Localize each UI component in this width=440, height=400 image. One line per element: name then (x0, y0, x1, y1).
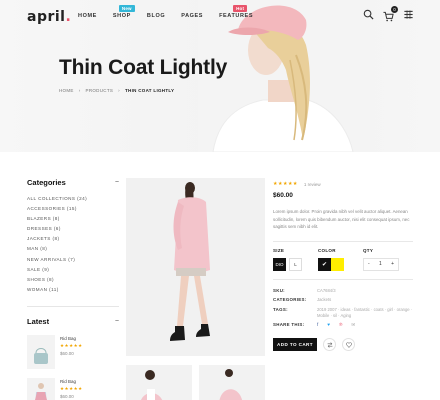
collapse-icon[interactable]: − (115, 318, 119, 325)
add-to-cart-button[interactable]: ADD TO CART (273, 338, 317, 352)
category-item[interactable]: SALE (9) (27, 267, 119, 277)
rating-stars: ★★★★★ (60, 385, 83, 391)
breadcrumb-separator: › (78, 88, 81, 93)
category-item[interactable]: MAN (8) (27, 246, 119, 256)
color-swatch-black[interactable]: ✔ (318, 257, 331, 271)
pinterest-icon[interactable]: ℗ (339, 322, 342, 328)
quantity-option: QTY - 1 + (363, 248, 411, 271)
latest-product-price: $60.00 (60, 393, 74, 399)
breadcrumb: HOME › PRODUCTS › THIN COAT LIGHTLY (59, 88, 174, 93)
sidebar-divider (27, 305, 119, 307)
main-nav: HOME New SHOP BLOG PAGES Hot FEATURES (78, 5, 269, 19)
category-item[interactable]: BLAZERS (8) (27, 216, 119, 226)
breadcrumb-products[interactable]: PRODUCTS (86, 88, 114, 93)
product-main-image[interactable] (126, 178, 265, 356)
rating-stars: ★★★★★ (273, 181, 298, 187)
product-price: $60.00 (273, 192, 293, 199)
menu-grid-icon[interactable] (403, 9, 414, 20)
share-icons: f ♥ ℗ ✉ (317, 322, 355, 328)
latest-product-item[interactable]: Rid Bag ★★★★★ $60.00 (27, 334, 119, 369)
check-icon: ✔ (321, 261, 328, 268)
latest-product-item[interactable]: Rid Bag ★★★★★ $60.00 (27, 377, 119, 400)
product-thumbnail[interactable] (126, 365, 192, 400)
product-meta: SKU: CA7684/3 CATEGORIES: Jackets TAGS: … (273, 288, 413, 329)
hero-banner: april. HOME New SHOP BLOG PAGES Hot FEAT… (0, 0, 440, 152)
info-divider (273, 278, 413, 280)
category-item[interactable]: NEW ARRIVALS (7) (27, 257, 119, 267)
categories-label: CATEGORIES: (273, 297, 307, 303)
qty-label: QTY (363, 247, 374, 253)
tags-value[interactable]: 2019 2007 · ideas · fantastic · coats · … (317, 307, 413, 318)
info-divider (273, 240, 413, 242)
size-label: SIZE (273, 247, 285, 253)
qty-value[interactable]: 1 (379, 261, 382, 267)
latest-product-image[interactable] (27, 334, 55, 369)
category-item[interactable]: ALL COLLECTIONS (24) (27, 196, 119, 206)
collapse-icon[interactable]: − (115, 179, 119, 186)
latest-product-name[interactable]: Rid Bag (60, 379, 83, 384)
brand-logo[interactable]: april. (27, 9, 71, 25)
product-rating: ★★★★★ 1 review (273, 181, 413, 187)
categories-widget-title[interactable]: Categories − (27, 178, 119, 187)
breadcrumb-separator: › (118, 88, 120, 93)
tags-label: TAGS: (273, 307, 288, 313)
size-option: SIZE DIO L (273, 248, 318, 271)
breadcrumb-home[interactable]: HOME (59, 88, 74, 93)
email-icon[interactable]: ✉ (351, 322, 355, 328)
latest-product-name[interactable]: Rid Bag (60, 336, 83, 341)
qty-increase-button[interactable]: + (391, 261, 394, 267)
cart-button[interactable]: 0 (383, 6, 398, 22)
product-options: SIZE DIO L COLOR ✔ QTY - 1 + (273, 248, 413, 271)
new-badge: New (118, 5, 135, 12)
nav-home[interactable]: HOME (78, 13, 97, 19)
facebook-icon[interactable]: f (317, 322, 318, 328)
compare-button[interactable] (323, 338, 336, 352)
product-thumbnail[interactable] (199, 365, 265, 400)
rating-stars: ★★★★★ (60, 342, 83, 348)
color-option: COLOR ✔ (318, 248, 363, 271)
page-title: Thin Coat Lightly (59, 56, 228, 79)
category-list: ALL COLLECTIONS (24) ACCESSORIES (15) BL… (27, 196, 119, 297)
twitter-icon[interactable]: ♥ (327, 322, 330, 328)
category-item[interactable]: ACCESSORIES (15) (27, 206, 119, 216)
categories-value[interactable]: Jackets (317, 297, 413, 303)
quantity-stepper: - 1 + (363, 257, 399, 271)
category-item[interactable]: SHOES (8) (27, 277, 119, 287)
size-button[interactable]: DIO (273, 257, 286, 271)
header-icons: 0 (363, 6, 414, 22)
nav-pages[interactable]: PAGES (181, 13, 203, 19)
category-item[interactable]: DRESSES (6) (27, 226, 119, 236)
product-actions: ADD TO CART (273, 338, 413, 352)
latest-product-price: $60.00 (60, 350, 74, 356)
share-label: SHARE THIS: (273, 322, 305, 328)
compare-icon (327, 342, 332, 348)
product-info: ★★★★★ 1 review $60.00 Lorem ipsum dolor.… (273, 181, 413, 352)
search-icon[interactable] (363, 9, 374, 20)
heart-icon (345, 342, 352, 348)
nav-shop[interactable]: New SHOP (113, 5, 135, 19)
color-swatch-yellow[interactable] (331, 257, 344, 271)
nav-features[interactable]: Hot FEATURES (219, 5, 253, 19)
hot-badge: Hot (233, 5, 248, 12)
size-button[interactable]: L (289, 257, 302, 271)
review-count-link[interactable]: 1 review (304, 182, 321, 187)
wishlist-button[interactable] (342, 338, 355, 352)
latest-product-image[interactable] (27, 377, 55, 400)
color-label: COLOR (318, 247, 336, 253)
product-description: Lorem ipsum dolor. Proin gravida nibh ve… (273, 209, 410, 229)
category-item[interactable]: JACKETS (8) (27, 236, 119, 246)
cart-count-badge: 0 (391, 6, 398, 13)
sku-label: SKU: (273, 287, 285, 293)
category-item[interactable]: WOMAN (11) (27, 287, 119, 297)
qty-decrease-button[interactable]: - (368, 261, 370, 267)
nav-blog[interactable]: BLOG (147, 13, 165, 19)
breadcrumb-current: THIN COAT LIGHTLY (124, 88, 175, 93)
sku-value: CA7684/3 (317, 287, 336, 293)
sidebar: Categories − ALL COLLECTIONS (24) ACCESS… (27, 178, 119, 400)
latest-widget-title[interactable]: Latest − (27, 317, 119, 326)
